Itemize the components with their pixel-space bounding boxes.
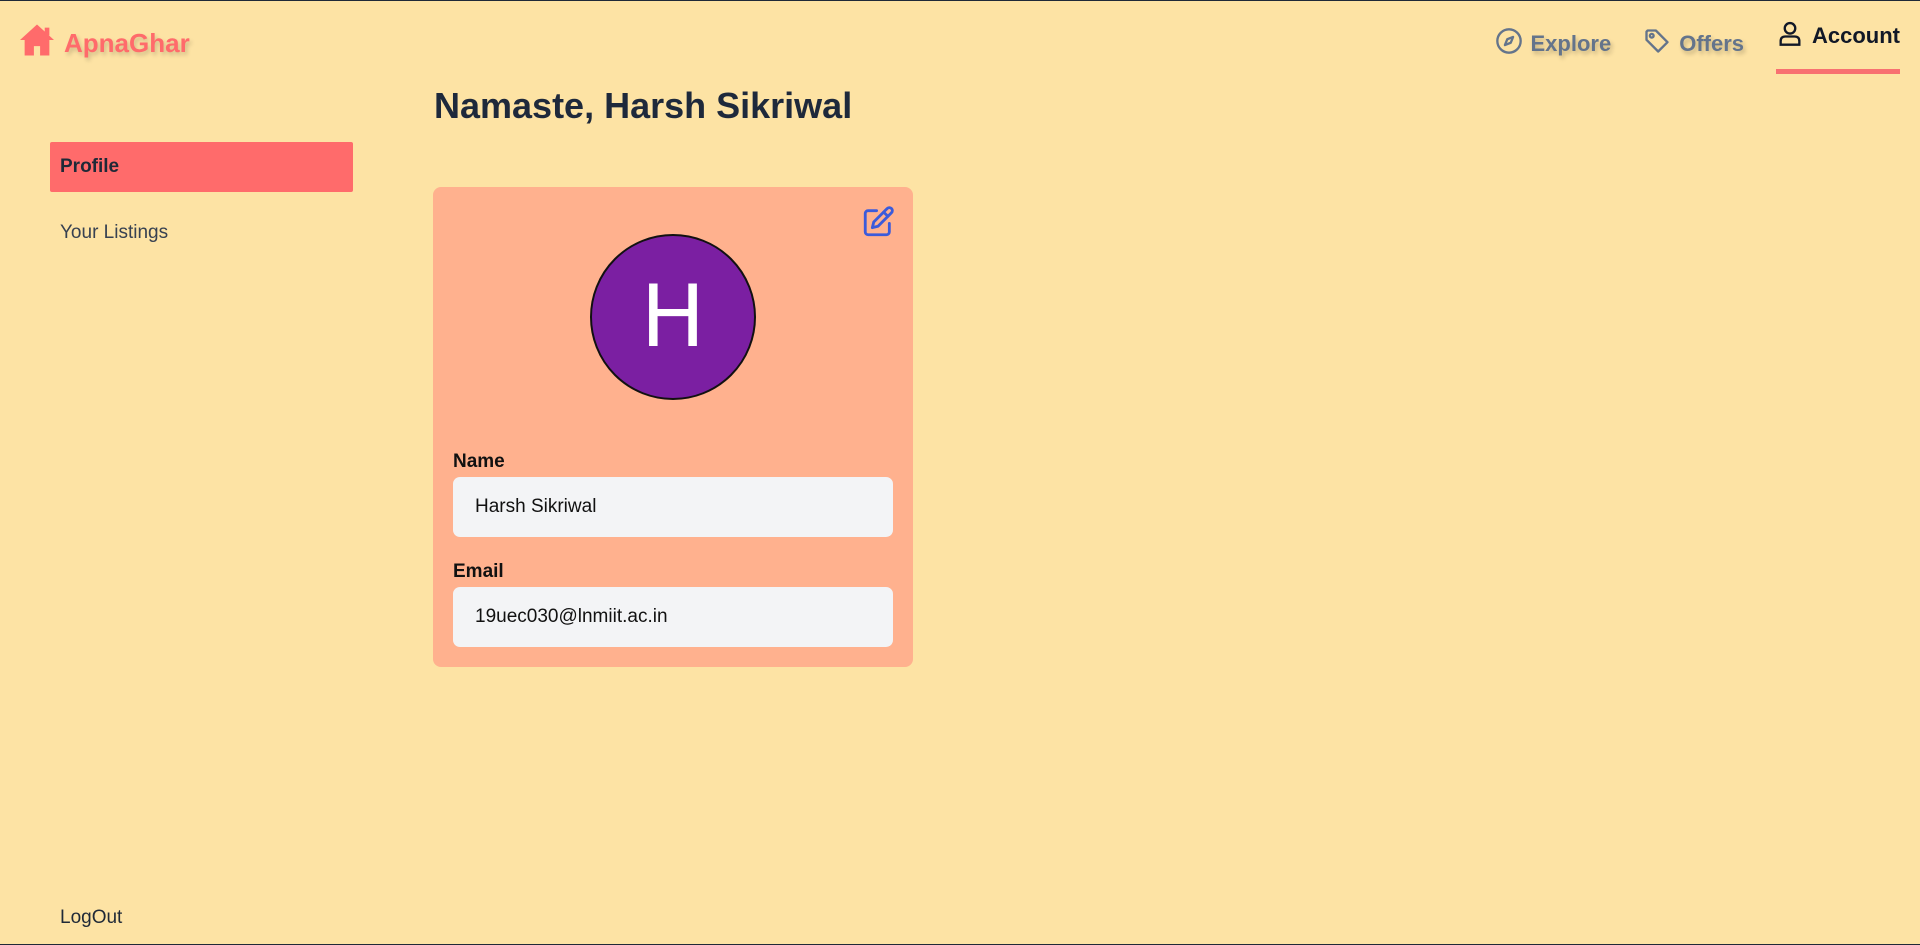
logout-button[interactable]: LogOut	[60, 907, 122, 929]
avatar-letter: H	[640, 267, 706, 367]
sidebar-item-label: Your Listings	[60, 222, 169, 243]
email-field[interactable]	[453, 587, 893, 647]
edit-icon	[861, 206, 895, 243]
nav-explore[interactable]: Explore	[1495, 19, 1612, 61]
avatar: H	[590, 234, 756, 400]
sidebar-item-label: Profile	[60, 156, 120, 177]
nav-explore-label: Explore	[1530, 31, 1612, 56]
nav-offers-label: Offers	[1679, 31, 1744, 56]
nav-account[interactable]: Account	[1776, 19, 1900, 74]
nav-offers[interactable]: Offers	[1643, 19, 1744, 61]
compass-icon	[1495, 27, 1523, 61]
top-nav: Explore Offers Account	[1495, 19, 1900, 74]
edit-profile-button[interactable]	[861, 205, 895, 239]
user-icon	[1776, 19, 1804, 53]
brand-name: ApnaGhar	[64, 28, 190, 58]
sidebar-item-profile[interactable]: Profile	[50, 142, 353, 192]
brand-logo[interactable]: ApnaGhar	[18, 23, 190, 64]
email-label: Email	[453, 561, 504, 582]
page-title: Namaste, Harsh Sikriwal	[434, 85, 853, 126]
name-label: Name	[453, 451, 505, 472]
home-icon	[18, 23, 56, 64]
name-field[interactable]	[453, 477, 893, 537]
sidebar-item-your-listings[interactable]: Your Listings	[50, 208, 353, 258]
profile-card: H Name Email	[433, 187, 913, 667]
tag-icon	[1643, 27, 1671, 61]
nav-account-label: Account	[1812, 23, 1900, 48]
